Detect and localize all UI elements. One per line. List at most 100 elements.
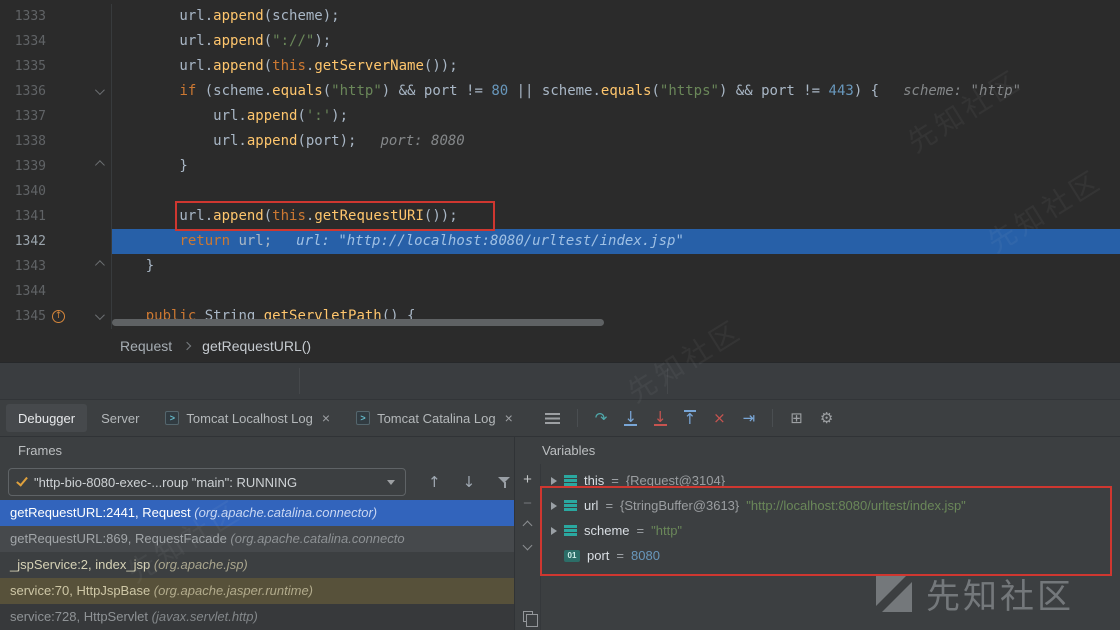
code-text[interactable]: }	[112, 154, 1120, 179]
horizontal-scrollbar[interactable]	[112, 319, 604, 326]
tab-tomcat-catalina-log[interactable]: >Tomcat Catalina Log×	[344, 404, 525, 432]
code-editor[interactable]: 1333 url.append(scheme);1334 url.append(…	[0, 0, 1120, 330]
editor-gutter[interactable]: 1335	[0, 54, 112, 79]
line-number[interactable]: 1343	[0, 254, 46, 279]
show-execution-point-icon[interactable]: ↷	[595, 410, 608, 426]
code-line[interactable]: 1336 if (scheme.equals("http") && port !…	[0, 79, 1120, 104]
drop-frame-icon[interactable]: ×	[713, 410, 726, 426]
add-watch-button[interactable]: +	[523, 474, 532, 486]
force-step-into-icon[interactable]: ↓	[654, 410, 667, 426]
editor-gutter[interactable]: 1342	[0, 229, 112, 254]
code-text[interactable]: url.append(':');	[112, 104, 1120, 129]
line-number[interactable]: 1339	[0, 154, 46, 179]
move-down-button[interactable]	[523, 541, 533, 551]
frame-row[interactable]: getRequestURL:2441, Request (org.apache.…	[0, 500, 514, 526]
breadcrumb-item-class[interactable]: Request	[120, 338, 172, 354]
frame-row[interactable]: _jspService:2, index_jsp (org.apache.jsp…	[0, 552, 514, 578]
hide-library-frames-filter-icon[interactable]	[497, 476, 506, 489]
expand-triangle-icon[interactable]	[551, 527, 557, 535]
inline-debug-hint: scheme: "http"	[903, 83, 1021, 99]
code-text[interactable]: }	[112, 254, 1120, 279]
breadcrumb-item-method[interactable]: getRequestURL()	[202, 338, 311, 354]
editor-gutter[interactable]: 1341	[0, 204, 112, 229]
code-line[interactable]: 1335 url.append(this.getServerName());	[0, 54, 1120, 79]
code-line[interactable]: 1334 url.append("://");	[0, 29, 1120, 54]
editor-gutter[interactable]: 1343	[0, 254, 112, 279]
code-text[interactable]: url.append(port);port: 8080	[112, 129, 1120, 154]
editor-gutter[interactable]: 1333	[0, 4, 112, 29]
code-line[interactable]: 1344	[0, 279, 1120, 304]
view-breakpoints-icon[interactable]: ⊞	[790, 410, 803, 426]
line-number[interactable]: 1341	[0, 204, 46, 229]
line-number[interactable]: 1338	[0, 129, 46, 154]
editor-gutter[interactable]: 1340	[0, 179, 112, 204]
line-number[interactable]: 1333	[0, 4, 46, 29]
line-number[interactable]: 1345	[0, 304, 46, 329]
code-text[interactable]: url.append(this.getServerName());	[112, 54, 1120, 79]
step-out-icon[interactable]: ↑	[684, 410, 697, 426]
variable-row[interactable]: this = {Request@3104}	[541, 468, 1120, 493]
fold-up-icon[interactable]	[94, 260, 104, 270]
code-text[interactable]	[112, 279, 1120, 304]
editor-gutter[interactable]: 1344	[0, 279, 112, 304]
tab-server[interactable]: Server	[89, 404, 151, 432]
step-into-icon[interactable]: ↓	[624, 410, 637, 426]
frame-row[interactable]: service:728, HttpServlet (javax.servlet.…	[0, 604, 514, 630]
code-text[interactable]: url.append("://");	[112, 29, 1120, 54]
editor-gutter[interactable]: 1337	[0, 104, 112, 129]
remove-watch-button[interactable]: −	[523, 499, 532, 509]
run-to-cursor-icon[interactable]: ⇥	[743, 410, 756, 426]
override-method-icon[interactable]: ↑	[52, 310, 65, 323]
divider-line	[667, 368, 668, 394]
previous-frame-button[interactable]: ↑	[428, 473, 441, 491]
variable-row[interactable]: scheme = "http"	[541, 518, 1120, 543]
editor-gutter[interactable]: 1338	[0, 129, 112, 154]
line-number[interactable]: 1344	[0, 279, 46, 304]
variable-row[interactable]: 01port = 8080	[541, 543, 1120, 568]
line-number[interactable]: 1340	[0, 179, 46, 204]
tab-debugger[interactable]: Debugger	[6, 404, 87, 432]
close-icon[interactable]: ×	[322, 410, 330, 426]
variables-side-toolbar: + −	[515, 464, 541, 630]
code-line[interactable]: 1341 url.append(this.getRequestURI());	[0, 204, 1120, 229]
editor-gutter[interactable]: 1339	[0, 154, 112, 179]
restore-layout-icon[interactable]	[545, 413, 560, 424]
tab-tomcat-localhost-log[interactable]: >Tomcat Localhost Log×	[153, 404, 342, 432]
variable-name: port	[587, 548, 609, 563]
expand-triangle-icon[interactable]	[551, 502, 557, 510]
line-number[interactable]: 1334	[0, 29, 46, 54]
code-line[interactable]: 1343 }	[0, 254, 1120, 279]
code-text[interactable]: url.append(scheme);	[112, 4, 1120, 29]
line-number[interactable]: 1335	[0, 54, 46, 79]
code-line[interactable]: 1333 url.append(scheme);	[0, 4, 1120, 29]
frame-row[interactable]: getRequestURL:869, RequestFacade (org.ap…	[0, 526, 514, 552]
code-text[interactable]: if (scheme.equals("http") && port != 80 …	[112, 79, 1120, 104]
code-text[interactable]	[112, 179, 1120, 204]
line-number[interactable]: 1336	[0, 79, 46, 104]
code-line[interactable]: 1337 url.append(':');	[0, 104, 1120, 129]
fold-down-icon[interactable]	[94, 85, 104, 95]
pane-headers: Frames Variables	[0, 436, 1120, 464]
code-text[interactable]: return url;url: "http://localhost:8080/u…	[112, 229, 1120, 254]
fold-down-icon[interactable]	[94, 310, 104, 320]
duplicate-watch-button[interactable]	[523, 611, 533, 622]
code-line[interactable]: 1340	[0, 179, 1120, 204]
expand-triangle-icon[interactable]	[551, 477, 557, 485]
code-text[interactable]: url.append(this.getRequestURI());	[112, 204, 1120, 229]
close-icon[interactable]: ×	[505, 410, 513, 426]
frame-row[interactable]: service:70, HttpJspBase (org.apache.jasp…	[0, 578, 514, 604]
layout-settings-icon[interactable]: ⚙	[820, 410, 833, 426]
line-number[interactable]: 1342	[0, 229, 46, 254]
editor-gutter[interactable]: 1334	[0, 29, 112, 54]
thread-selector-dropdown[interactable]: "http-bio-8080-exec-...roup "main": RUNN…	[8, 468, 406, 496]
next-frame-button[interactable]: ↓	[463, 473, 476, 491]
editor-gutter[interactable]: 1345 ↑	[0, 304, 112, 329]
fold-up-icon[interactable]	[94, 160, 104, 170]
code-line[interactable]: 1339 }	[0, 154, 1120, 179]
editor-gutter[interactable]: 1336	[0, 79, 112, 104]
move-up-button[interactable]	[523, 521, 533, 531]
code-line[interactable]: 1342 return url;url: "http://localhost:8…	[0, 229, 1120, 254]
variable-row[interactable]: url = {StringBuffer@3613} "http://localh…	[541, 493, 1120, 518]
line-number[interactable]: 1337	[0, 104, 46, 129]
code-line[interactable]: 1338 url.append(port);port: 8080	[0, 129, 1120, 154]
